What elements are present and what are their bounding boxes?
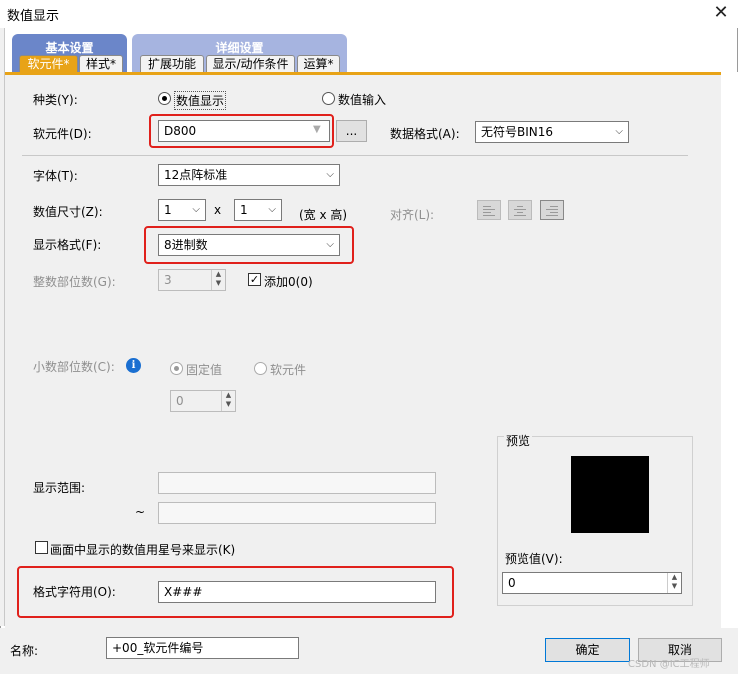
add-zero-label: 添加0(0) <box>264 275 313 289</box>
preview-value-stepper[interactable]: 0 ▲ ▼ <box>502 572 682 594</box>
asterisk-checkbox[interactable] <box>35 541 48 554</box>
display-format-label: 显示格式(F): <box>33 238 102 252</box>
subtab-style[interactable]: 样式* <box>79 55 123 72</box>
data-format-label: 数据格式(A): <box>390 127 460 141</box>
int-digits-stepper[interactable]: 3 ▲ ▼ <box>158 269 226 291</box>
chevron-down-icon: ⌵ <box>326 169 334 180</box>
chevron-down-icon: ⌵ <box>192 204 200 215</box>
size-width-select[interactable]: 1 ⌵ <box>158 199 206 221</box>
preview-swatch <box>571 456 649 533</box>
align-center-icon[interactable] <box>508 200 532 220</box>
subtab-device[interactable]: 软元件* <box>19 55 78 72</box>
stepper-arrows-icon[interactable]: ▲ ▼ <box>667 573 681 593</box>
stepper-arrows-icon[interactable]: ▲ ▼ <box>221 391 235 411</box>
radio-fixed-value-label: 固定值 <box>186 363 223 377</box>
align-label: 对齐(L): <box>390 208 435 222</box>
radio-numeric-display-label: 数值显示 <box>174 91 227 110</box>
name-label: 名称: <box>10 644 39 658</box>
align-right-icon[interactable] <box>540 200 564 220</box>
size-width-value: 1 <box>164 203 172 217</box>
device-label: 软元件(D): <box>33 127 92 141</box>
data-format-value: 无符号BIN16 <box>481 125 554 139</box>
radio-decimal-device[interactable] <box>254 362 267 375</box>
align-left-icon[interactable] <box>477 200 501 220</box>
int-digits-value: 3 <box>164 273 172 287</box>
right-edge <box>721 72 738 628</box>
decimal-value: 0 <box>176 394 184 408</box>
separator <box>22 155 688 156</box>
range-tilde: ~ <box>135 505 146 519</box>
highlight-display-format <box>144 226 354 264</box>
decimal-stepper[interactable]: 0 ▲ ▼ <box>170 390 236 412</box>
radio-decimal-device-label: 软元件 <box>270 363 307 377</box>
font-select[interactable]: 12点阵标准 ⌵ <box>158 164 340 186</box>
chevron-down-icon: ⌵ <box>615 126 623 137</box>
tab-detail-label: 详细设置 <box>215 41 264 55</box>
add-zero-checkbox[interactable]: ✓ <box>248 273 261 286</box>
font-label: 字体(T): <box>33 169 78 183</box>
font-value: 12点阵标准 <box>164 168 228 182</box>
info-icon[interactable]: i <box>126 358 141 373</box>
radio-numeric-input[interactable] <box>322 92 335 105</box>
size-unit: (宽 x 高) <box>299 208 348 222</box>
watermark: CSDN @IC工程师 <box>628 659 710 670</box>
title-bar <box>0 0 738 28</box>
radio-numeric-display[interactable] <box>158 92 171 105</box>
subtab-operation[interactable]: 运算* <box>297 55 340 72</box>
radio-fixed-value[interactable] <box>170 362 183 375</box>
preview-value-label: 预览值(V): <box>505 552 563 566</box>
chevron-down-icon: ⌵ <box>268 204 276 215</box>
range-label: 显示范围: <box>33 481 86 495</box>
kind-label: 种类(Y): <box>33 93 78 107</box>
highlight-device <box>149 114 334 148</box>
size-times: x <box>214 203 222 217</box>
size-label: 数值尺寸(Z): <box>33 205 103 219</box>
name-input[interactable]: +00_软元件编号 <box>106 637 299 659</box>
subtab-extended[interactable]: 扩展功能 <box>140 55 204 72</box>
decimal-label: 小数部位数(C): <box>33 360 115 374</box>
preview-label: 预览 <box>504 432 533 449</box>
range-to-input[interactable] <box>158 502 436 524</box>
int-digits-label: 整数部位数(G): <box>33 275 116 289</box>
device-browse-button[interactable]: ... <box>336 120 367 142</box>
highlight-format-string <box>17 566 454 618</box>
window-title: 数值显示 <box>7 9 60 24</box>
asterisk-label: 画面中显示的数值用星号来显示(K) <box>50 543 236 557</box>
tab-basic-label: 基本设置 <box>45 41 94 55</box>
stepper-arrows-icon[interactable]: ▲ ▼ <box>211 270 225 290</box>
radio-numeric-input-label: 数值输入 <box>338 93 387 107</box>
data-format-select[interactable]: 无符号BIN16 ⌵ <box>475 121 629 143</box>
preview-value: 0 <box>508 576 516 590</box>
close-icon[interactable]: ✕ <box>708 1 734 25</box>
subtab-display-condition[interactable]: 显示/动作条件 <box>206 55 295 72</box>
size-height-value: 1 <box>240 203 248 217</box>
size-height-select[interactable]: 1 ⌵ <box>234 199 282 221</box>
ok-button[interactable]: 确定 <box>545 638 630 662</box>
range-from-input[interactable] <box>158 472 436 494</box>
